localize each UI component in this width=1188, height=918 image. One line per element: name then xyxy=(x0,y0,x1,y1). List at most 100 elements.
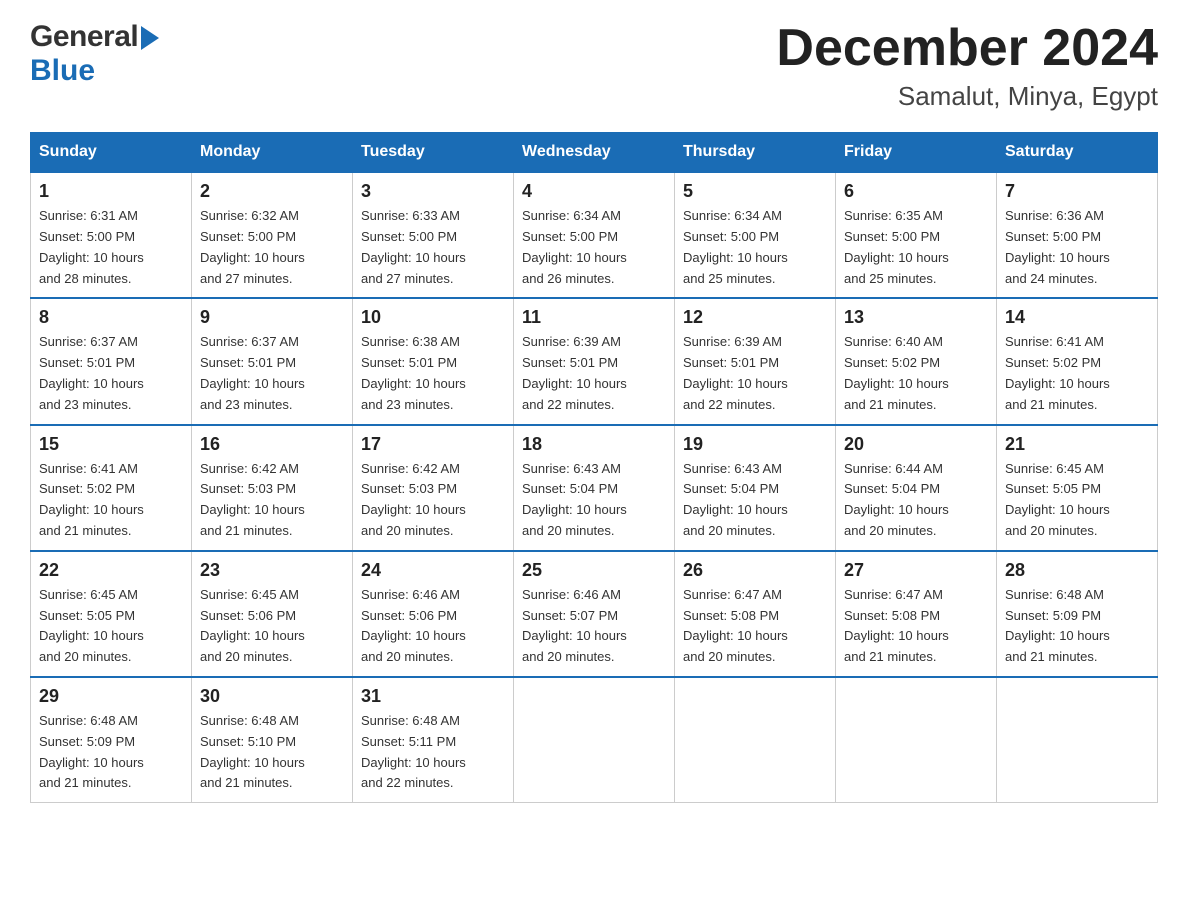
day-info: Sunrise: 6:31 AM Sunset: 5:00 PM Dayligh… xyxy=(39,206,183,289)
table-row: 5 Sunrise: 6:34 AM Sunset: 5:00 PM Dayli… xyxy=(675,172,836,298)
day-number: 26 xyxy=(683,560,827,581)
table-row: 14 Sunrise: 6:41 AM Sunset: 5:02 PM Dayl… xyxy=(997,298,1158,424)
title-block: December 2024 Samalut, Minya, Egypt xyxy=(776,20,1158,112)
col-header-saturday: Saturday xyxy=(997,133,1158,173)
logo-blue-text: Blue xyxy=(30,54,159,88)
day-number: 28 xyxy=(1005,560,1149,581)
day-number: 22 xyxy=(39,560,183,581)
day-info: Sunrise: 6:48 AM Sunset: 5:10 PM Dayligh… xyxy=(200,711,344,794)
day-info: Sunrise: 6:39 AM Sunset: 5:01 PM Dayligh… xyxy=(522,332,666,415)
table-row: 24 Sunrise: 6:46 AM Sunset: 5:06 PM Dayl… xyxy=(353,551,514,677)
table-row xyxy=(997,677,1158,803)
table-row: 19 Sunrise: 6:43 AM Sunset: 5:04 PM Dayl… xyxy=(675,425,836,551)
day-info: Sunrise: 6:39 AM Sunset: 5:01 PM Dayligh… xyxy=(683,332,827,415)
day-number: 17 xyxy=(361,434,505,455)
col-header-sunday: Sunday xyxy=(31,133,192,173)
table-row: 31 Sunrise: 6:48 AM Sunset: 5:11 PM Dayl… xyxy=(353,677,514,803)
day-number: 6 xyxy=(844,181,988,202)
table-row: 9 Sunrise: 6:37 AM Sunset: 5:01 PM Dayli… xyxy=(192,298,353,424)
day-number: 1 xyxy=(39,181,183,202)
day-info: Sunrise: 6:34 AM Sunset: 5:00 PM Dayligh… xyxy=(522,206,666,289)
day-info: Sunrise: 6:41 AM Sunset: 5:02 PM Dayligh… xyxy=(39,459,183,542)
day-number: 13 xyxy=(844,307,988,328)
day-number: 23 xyxy=(200,560,344,581)
table-row: 1 Sunrise: 6:31 AM Sunset: 5:00 PM Dayli… xyxy=(31,172,192,298)
day-number: 8 xyxy=(39,307,183,328)
table-row: 11 Sunrise: 6:39 AM Sunset: 5:01 PM Dayl… xyxy=(514,298,675,424)
table-row: 26 Sunrise: 6:47 AM Sunset: 5:08 PM Dayl… xyxy=(675,551,836,677)
table-row: 3 Sunrise: 6:33 AM Sunset: 5:00 PM Dayli… xyxy=(353,172,514,298)
day-info: Sunrise: 6:47 AM Sunset: 5:08 PM Dayligh… xyxy=(683,585,827,668)
table-row: 15 Sunrise: 6:41 AM Sunset: 5:02 PM Dayl… xyxy=(31,425,192,551)
day-info: Sunrise: 6:32 AM Sunset: 5:00 PM Dayligh… xyxy=(200,206,344,289)
day-info: Sunrise: 6:47 AM Sunset: 5:08 PM Dayligh… xyxy=(844,585,988,668)
calendar-week-row: 1 Sunrise: 6:31 AM Sunset: 5:00 PM Dayli… xyxy=(31,172,1158,298)
table-row: 28 Sunrise: 6:48 AM Sunset: 5:09 PM Dayl… xyxy=(997,551,1158,677)
col-header-friday: Friday xyxy=(836,133,997,173)
col-header-thursday: Thursday xyxy=(675,133,836,173)
day-info: Sunrise: 6:46 AM Sunset: 5:07 PM Dayligh… xyxy=(522,585,666,668)
table-row: 30 Sunrise: 6:48 AM Sunset: 5:10 PM Dayl… xyxy=(192,677,353,803)
table-row xyxy=(675,677,836,803)
day-info: Sunrise: 6:48 AM Sunset: 5:09 PM Dayligh… xyxy=(1005,585,1149,668)
day-number: 27 xyxy=(844,560,988,581)
table-row: 18 Sunrise: 6:43 AM Sunset: 5:04 PM Dayl… xyxy=(514,425,675,551)
logo-general-text: General xyxy=(30,20,138,54)
logo-arrow-icon xyxy=(141,26,159,50)
day-info: Sunrise: 6:40 AM Sunset: 5:02 PM Dayligh… xyxy=(844,332,988,415)
table-row: 29 Sunrise: 6:48 AM Sunset: 5:09 PM Dayl… xyxy=(31,677,192,803)
day-number: 18 xyxy=(522,434,666,455)
day-info: Sunrise: 6:37 AM Sunset: 5:01 PM Dayligh… xyxy=(39,332,183,415)
day-info: Sunrise: 6:34 AM Sunset: 5:00 PM Dayligh… xyxy=(683,206,827,289)
calendar-week-row: 15 Sunrise: 6:41 AM Sunset: 5:02 PM Dayl… xyxy=(31,425,1158,551)
day-info: Sunrise: 6:43 AM Sunset: 5:04 PM Dayligh… xyxy=(522,459,666,542)
day-info: Sunrise: 6:48 AM Sunset: 5:09 PM Dayligh… xyxy=(39,711,183,794)
day-info: Sunrise: 6:35 AM Sunset: 5:00 PM Dayligh… xyxy=(844,206,988,289)
day-number: 24 xyxy=(361,560,505,581)
table-row xyxy=(836,677,997,803)
day-info: Sunrise: 6:42 AM Sunset: 5:03 PM Dayligh… xyxy=(361,459,505,542)
table-row: 20 Sunrise: 6:44 AM Sunset: 5:04 PM Dayl… xyxy=(836,425,997,551)
day-number: 4 xyxy=(522,181,666,202)
day-number: 25 xyxy=(522,560,666,581)
day-number: 30 xyxy=(200,686,344,707)
page-subtitle: Samalut, Minya, Egypt xyxy=(776,81,1158,112)
day-info: Sunrise: 6:44 AM Sunset: 5:04 PM Dayligh… xyxy=(844,459,988,542)
table-row: 22 Sunrise: 6:45 AM Sunset: 5:05 PM Dayl… xyxy=(31,551,192,677)
table-row: 21 Sunrise: 6:45 AM Sunset: 5:05 PM Dayl… xyxy=(997,425,1158,551)
table-row: 16 Sunrise: 6:42 AM Sunset: 5:03 PM Dayl… xyxy=(192,425,353,551)
table-row: 13 Sunrise: 6:40 AM Sunset: 5:02 PM Dayl… xyxy=(836,298,997,424)
table-row: 27 Sunrise: 6:47 AM Sunset: 5:08 PM Dayl… xyxy=(836,551,997,677)
table-row: 10 Sunrise: 6:38 AM Sunset: 5:01 PM Dayl… xyxy=(353,298,514,424)
day-number: 3 xyxy=(361,181,505,202)
day-info: Sunrise: 6:33 AM Sunset: 5:00 PM Dayligh… xyxy=(361,206,505,289)
table-row: 7 Sunrise: 6:36 AM Sunset: 5:00 PM Dayli… xyxy=(997,172,1158,298)
table-row: 4 Sunrise: 6:34 AM Sunset: 5:00 PM Dayli… xyxy=(514,172,675,298)
day-number: 29 xyxy=(39,686,183,707)
page-title: December 2024 xyxy=(776,20,1158,77)
day-number: 19 xyxy=(683,434,827,455)
day-number: 31 xyxy=(361,686,505,707)
day-number: 2 xyxy=(200,181,344,202)
calendar-week-row: 29 Sunrise: 6:48 AM Sunset: 5:09 PM Dayl… xyxy=(31,677,1158,803)
day-number: 10 xyxy=(361,307,505,328)
col-header-monday: Monday xyxy=(192,133,353,173)
col-header-tuesday: Tuesday xyxy=(353,133,514,173)
day-number: 21 xyxy=(1005,434,1149,455)
calendar-header-row: Sunday Monday Tuesday Wednesday Thursday… xyxy=(31,133,1158,173)
day-number: 5 xyxy=(683,181,827,202)
day-info: Sunrise: 6:45 AM Sunset: 5:05 PM Dayligh… xyxy=(39,585,183,668)
day-number: 12 xyxy=(683,307,827,328)
calendar-week-row: 8 Sunrise: 6:37 AM Sunset: 5:01 PM Dayli… xyxy=(31,298,1158,424)
logo: General Blue xyxy=(30,20,159,88)
day-info: Sunrise: 6:43 AM Sunset: 5:04 PM Dayligh… xyxy=(683,459,827,542)
table-row: 6 Sunrise: 6:35 AM Sunset: 5:00 PM Dayli… xyxy=(836,172,997,298)
page-header: General Blue December 2024 Samalut, Miny… xyxy=(30,20,1158,112)
day-number: 15 xyxy=(39,434,183,455)
table-row: 12 Sunrise: 6:39 AM Sunset: 5:01 PM Dayl… xyxy=(675,298,836,424)
day-number: 9 xyxy=(200,307,344,328)
table-row xyxy=(514,677,675,803)
day-info: Sunrise: 6:37 AM Sunset: 5:01 PM Dayligh… xyxy=(200,332,344,415)
table-row: 25 Sunrise: 6:46 AM Sunset: 5:07 PM Dayl… xyxy=(514,551,675,677)
day-info: Sunrise: 6:45 AM Sunset: 5:05 PM Dayligh… xyxy=(1005,459,1149,542)
